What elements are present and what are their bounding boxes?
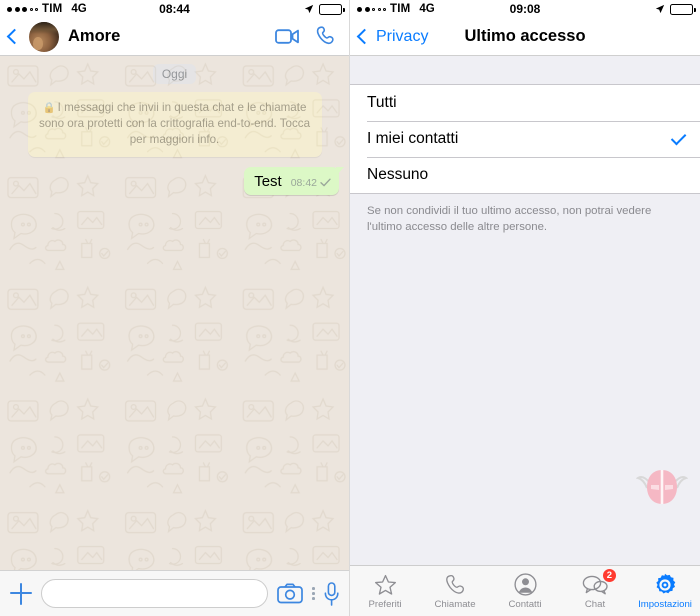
option-row-nessuno[interactable]: Nessuno <box>350 157 700 193</box>
option-row-tutti[interactable]: Tutti <box>350 85 700 121</box>
microphone-icon[interactable] <box>324 581 339 606</box>
carrier-name: TIM <box>42 3 63 15</box>
battery-icon <box>670 3 696 15</box>
chat-message-area: Oggi 🔒I messaggi che invii in questa cha… <box>0 56 349 570</box>
message-input[interactable] <box>41 579 269 608</box>
chat-wallpaper-doodles <box>0 56 349 570</box>
signal-dots-right <box>357 6 386 12</box>
star-icon <box>374 573 397 597</box>
section-footnote: Se non condividi il tuo ultimo accesso, … <box>367 205 652 234</box>
message-bubble[interactable]: Test 08:42 <box>244 166 344 195</box>
option-row-i-miei-contatti[interactable]: I miei contatti <box>350 121 700 157</box>
bottom-tab-bar: Preferiti Chiamate Contatti 2 Chat Impos… <box>350 565 700 616</box>
chat-unread-badge: 2 <box>601 567 617 583</box>
status-indicators-right <box>655 3 696 15</box>
status-bar-right: TIM 4G 09:08 <box>350 0 700 18</box>
voice-call-icon[interactable] <box>316 26 336 47</box>
status-signal-carrier: TIM 4G <box>7 3 87 15</box>
phone-icon <box>445 573 466 597</box>
delivery-check-icon <box>320 178 331 187</box>
network-type-right: 4G <box>419 3 435 15</box>
whatsapp-chat-screen: TIM 4G 08:44 Amore Test 08:42 <box>0 0 350 616</box>
back-to-privacy-button[interactable]: Privacy <box>356 27 429 46</box>
contact-avatar[interactable] <box>29 21 59 52</box>
back-button[interactable] <box>6 28 23 45</box>
option-label: Tutti <box>367 94 397 111</box>
settings-nav-bar: Privacy Ultimo accesso <box>350 18 700 56</box>
viking-helmet-watermark-icon <box>636 470 688 504</box>
carrier-name-right: TIM <box>390 3 411 15</box>
gear-icon <box>653 573 677 597</box>
tab-label: Preferiti <box>368 598 402 610</box>
location-arrow-icon <box>655 4 665 14</box>
camera-icon[interactable] <box>277 583 304 604</box>
tab-label: Chiamate <box>434 598 476 610</box>
tab-preferiti[interactable]: Preferiti <box>350 573 420 610</box>
chevron-left-icon <box>6 28 23 45</box>
attach-plus-icon[interactable] <box>10 582 32 605</box>
option-label: Nessuno <box>367 166 429 183</box>
status-indicators <box>304 3 345 15</box>
chat-bubbles-icon: 2 <box>582 567 617 597</box>
message-meta: 08:42 <box>291 177 331 190</box>
checkmark-icon <box>670 129 687 146</box>
dual-screenshot-container: TIM 4G 08:44 Amore Test 08:42 TIM 4G 09:… <box>0 0 700 616</box>
tab-label: Impostazioni <box>638 598 692 610</box>
more-dots-icon[interactable] <box>312 587 315 600</box>
tab-label: Chat <box>584 598 606 610</box>
video-call-icon[interactable] <box>275 28 300 45</box>
chat-nav-bar: Amore <box>0 18 349 56</box>
network-type: 4G <box>71 3 87 15</box>
back-button-label: Privacy <box>376 27 429 45</box>
status-bar-left: TIM 4G 08:44 <box>0 0 349 18</box>
privacy-last-seen-screen: TIM 4G 09:08 Privacy Ultimo accesso Tutt… <box>350 0 700 616</box>
tab-chiamate[interactable]: Chiamate <box>420 573 490 610</box>
tab-label: Contatti <box>508 598 542 610</box>
settings-content: Tutti I miei contatti Nessuno Se non con… <box>350 56 700 565</box>
last-seen-options-list: Tutti I miei contatti Nessuno <box>350 84 700 194</box>
status-signal-carrier-right: TIM 4G <box>357 3 435 15</box>
signal-dots <box>7 6 38 12</box>
tab-contatti[interactable]: Contatti <box>490 573 560 610</box>
option-label: I miei contatti <box>367 130 459 147</box>
contact-name: Amore <box>68 27 121 45</box>
message-text: Test <box>254 172 282 190</box>
contacts-icon <box>513 573 537 597</box>
tab-impostazioni[interactable]: Impostazioni <box>630 573 700 610</box>
battery-icon <box>319 3 345 15</box>
chat-nav-actions <box>275 26 340 47</box>
message-time: 08:42 <box>290 176 317 189</box>
chevron-left-icon <box>356 28 373 45</box>
message-input-bar <box>0 570 349 616</box>
location-arrow-icon <box>304 4 314 14</box>
tab-chat[interactable]: 2 Chat <box>560 567 630 610</box>
